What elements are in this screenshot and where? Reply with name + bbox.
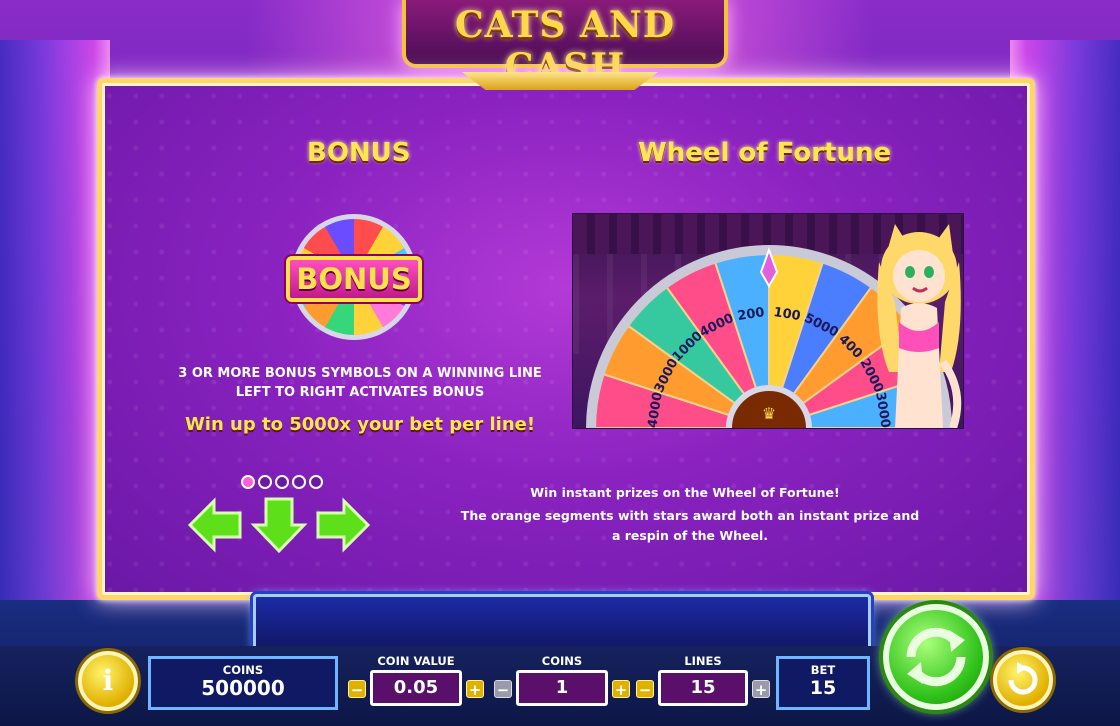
coins-per-line-field: 1 <box>516 670 608 706</box>
page-dot <box>275 475 289 489</box>
bet-label: BET <box>810 663 836 677</box>
bonus-heading: BONUS <box>307 138 411 168</box>
spin-button[interactable] <box>883 604 989 710</box>
lines-stepper: LINES − 15 + <box>636 654 770 708</box>
autoplay-icon <box>1008 662 1038 695</box>
page-indicator <box>241 474 326 493</box>
coins-per-line-plus-button[interactable]: + <box>612 680 630 699</box>
page-dot <box>292 475 306 489</box>
cat-hostess-image <box>877 224 962 428</box>
page-dot <box>309 475 323 489</box>
bonus-win-text: Win up to 5000x your bet per line! <box>184 414 536 435</box>
coins-per-line-stepper: COINS − 1 + <box>494 654 630 708</box>
autoplay-button[interactable] <box>993 650 1053 710</box>
bet-value: 15 <box>809 677 837 699</box>
arrow-left-button[interactable] <box>186 497 244 553</box>
bonus-description: 3 OR MORE BONUS SYMBOLS ON A WINNING LIN… <box>178 366 542 400</box>
arrow-right-button[interactable] <box>314 497 372 553</box>
wheel-of-fortune-image: 4000 3000 1000 4000 200 100 5000 400 2000 3000 ♛ <box>572 213 964 429</box>
lines-label: LINES <box>684 654 722 668</box>
wheel-hub-crown-icon: ♛ <box>762 404 776 423</box>
coin-value-minus-button[interactable]: − <box>348 680 366 699</box>
game-screen: CATS AND CASH BONUS Wheel of Fortune BON… <box>0 0 1120 726</box>
info-icon: i <box>102 664 114 697</box>
lines-field: 15 <box>658 670 748 706</box>
panel-notch <box>462 72 658 90</box>
wheel-description-1: Win instant prizes on the Wheel of Fortu… <box>530 485 840 500</box>
coins-per-line-label: COINS <box>541 654 583 668</box>
coin-value-stepper: COIN VALUE − 0.05 + <box>348 654 484 708</box>
lines-minus-button[interactable]: − <box>636 680 654 699</box>
coins-value: 500000 <box>201 676 285 700</box>
arrow-left-icon <box>187 497 242 553</box>
arrow-down-icon <box>250 497 308 553</box>
game-logo: CATS AND CASH <box>402 0 728 88</box>
bet-display: BET 15 <box>776 656 870 710</box>
wheel-heading: Wheel of Fortune <box>638 138 892 168</box>
info-button[interactable]: i <box>78 651 138 711</box>
wheel-description-2: The orange segments with stars award bot… <box>460 508 920 543</box>
lines-plus-button[interactable]: + <box>752 680 770 699</box>
arrow-right-icon <box>316 497 371 553</box>
coins-label: COINS <box>222 663 264 677</box>
message-bar <box>253 594 871 650</box>
page-dot <box>241 475 255 489</box>
close-paytable-button[interactable] <box>250 497 308 553</box>
coin-value-field: 0.05 <box>370 670 462 706</box>
page-dot <box>258 475 272 489</box>
coin-value-plus-button[interactable]: + <box>466 680 484 699</box>
stage-light-left <box>0 40 110 600</box>
bonus-symbol-label: BONUS <box>286 256 422 302</box>
coins-per-line-minus-button[interactable]: − <box>494 680 512 699</box>
spin-arrows-icon <box>906 627 966 687</box>
coin-value-label: COIN VALUE <box>377 654 455 668</box>
coins-balance: COINS 500000 <box>148 656 338 710</box>
